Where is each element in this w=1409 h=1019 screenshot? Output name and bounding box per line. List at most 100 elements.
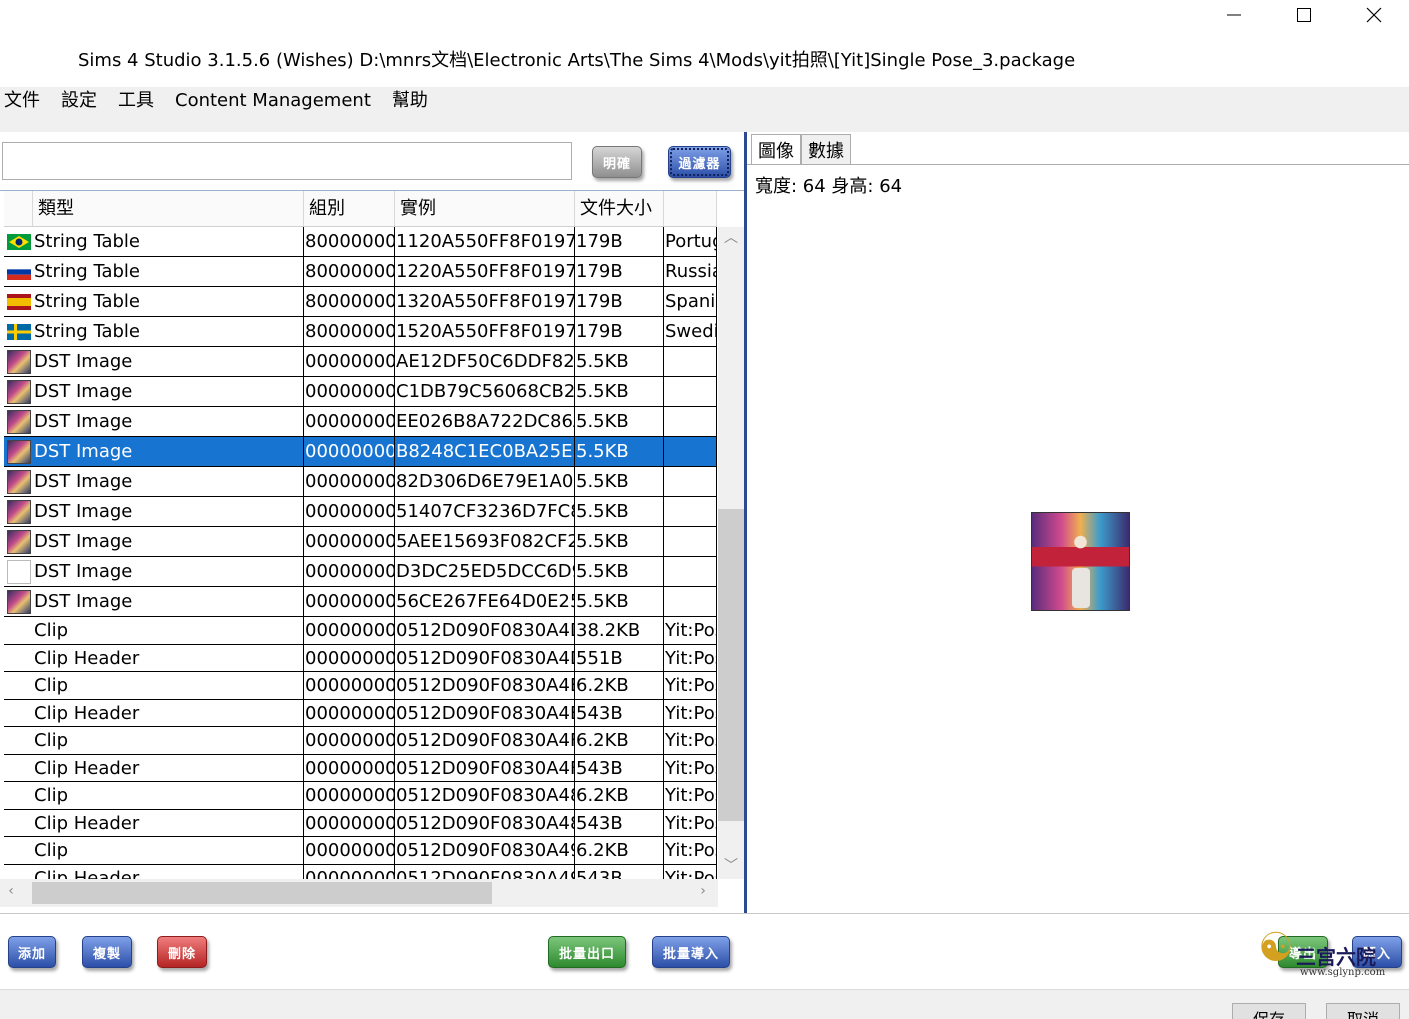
cell-type: Clip [33, 617, 304, 644]
cell-instance: 0512D090F0830A4D [395, 645, 575, 671]
horizontal-scroll-thumb[interactable] [32, 882, 492, 904]
cell-name: Swedi [664, 317, 717, 346]
cell-name [664, 467, 717, 496]
row-icon-cell [4, 727, 33, 754]
table-row[interactable]: Clip Header 00000000 0512D090F0830A4F 543B Y… [4, 755, 717, 782]
horizontal-scrollbar[interactable]: ‹ › [0, 879, 718, 907]
cell-name [664, 377, 717, 406]
image-dimensions: 寬度: 64 身高: 64 [755, 176, 903, 197]
cancel-button[interactable]: 取消 [1326, 1003, 1400, 1019]
column-size[interactable]: 文件大小 [575, 191, 664, 226]
tab-image[interactable]: 圖像 [751, 134, 801, 164]
cell-type: DST Image [33, 437, 304, 466]
search-input[interactable] [2, 142, 572, 180]
vertical-scroll-thumb[interactable] [718, 509, 744, 821]
column-type[interactable]: 類型 [33, 191, 304, 226]
cell-group: 80000000 [304, 257, 395, 286]
cell-size: 179B [575, 257, 664, 286]
cell-group: 80000000 [304, 287, 395, 316]
table-row[interactable]: Clip000000000512D090F0830A486.2KBYit:Pos [4, 782, 717, 810]
table-row[interactable]: String Table 80000000 1520A550FF8F0197 179B… [4, 317, 717, 347]
maximize-button[interactable] [1269, 0, 1339, 30]
cell-size: 6.2KB [575, 837, 664, 864]
menu-content-management[interactable]: Content Management [175, 90, 371, 112]
menu-file[interactable]: 文件 [4, 90, 40, 112]
image-thumbnail-icon [6, 439, 31, 464]
tab-data[interactable]: 數據 [801, 134, 851, 164]
table-row[interactable]: DST Image 00000000 EE026B8A722DC86A 5.5KB [4, 407, 717, 437]
table-row[interactable]: DST Image 00000000 C1DB79C56068CB24 5.5KB [4, 377, 717, 407]
cell-size: 6.2KB [575, 782, 664, 809]
cell-type: Clip [33, 727, 304, 754]
vertical-scrollbar[interactable]: ︿ ﹀ [718, 227, 744, 879]
cell-type: DST Image [33, 527, 304, 556]
delete-button[interactable]: 刪除 [157, 936, 207, 968]
column-name[interactable] [664, 191, 717, 226]
maximize-icon [1297, 8, 1311, 22]
filter-button[interactable]: 過濾器 [668, 146, 731, 178]
text-thumbnail-icon [6, 559, 31, 584]
menu-help[interactable]: 幫助 [392, 90, 428, 112]
table-row[interactable]: Clip 00000000 0512D090F0830A4D 38.2KB Yit:Po… [4, 617, 717, 645]
batch-export-button[interactable]: 批量出口 [548, 936, 626, 968]
watermark-logo: ☯ 三宫六院 www.sglynp.com [1258, 925, 1388, 985]
table-row[interactable]: Clip Header 00000000 0512D090F0830A4E 543B Y… [4, 700, 717, 727]
column-instance[interactable]: 實例 [395, 191, 575, 226]
cell-type: Clip Header [33, 645, 304, 671]
copy-button[interactable]: 複製 [82, 936, 132, 968]
table-row[interactable]: DST Image 00000000 D3DC25ED5DCC6D9 5.5KB [4, 557, 717, 587]
watermark-url: www.sglynp.com [1300, 967, 1386, 978]
close-button[interactable] [1339, 0, 1409, 30]
row-icon-cell [4, 317, 33, 346]
row-icon-cell [4, 617, 33, 644]
table-row[interactable]: String Table 80000000 1220A550FF8F0197 179B… [4, 257, 717, 287]
cell-group: 00000000 [304, 837, 395, 864]
save-button[interactable]: 保存 [1232, 1003, 1306, 1019]
cell-size: 5.5KB [575, 377, 664, 406]
row-icon-cell [4, 467, 33, 496]
table-row[interactable]: Clip000000000512D090F0830A4F6.2KBYit:Pos [4, 727, 717, 755]
cell-type: DST Image [33, 377, 304, 406]
minimize-button[interactable] [1199, 0, 1269, 30]
table-row[interactable]: Clip Header 00000000 0512D090F0830A4D 551B Y… [4, 645, 717, 672]
table-row[interactable]: Clip000000000512D090F0830A4E6.2KBYit:Pos [4, 672, 717, 700]
menu-settings[interactable]: 設定 [61, 90, 97, 112]
menu-tools[interactable]: 工具 [118, 90, 154, 112]
table-row[interactable]: Clip Header 00000000 0512D090F0830A48 543B Y… [4, 810, 717, 837]
table-row[interactable]: DST Image 00000000 B8248C1EC0BA25E5 5.5KB [4, 437, 717, 467]
bottom-divider [0, 913, 1409, 914]
table-row[interactable]: DST Image 00000000 5AEE15693F082CF2 5.5KB [4, 527, 717, 557]
cell-type: DST Image [33, 557, 304, 586]
scroll-up-icon[interactable]: ︿ [718, 227, 744, 247]
cell-group: 00000000 [304, 467, 395, 496]
cell-name [664, 407, 717, 436]
cell-type: DST Image [33, 497, 304, 526]
cell-type: Clip [33, 837, 304, 864]
status-bar [0, 989, 1409, 1019]
cell-name: Portug [664, 227, 717, 256]
table-row[interactable]: DST Image 00000000 AE12DF50C6DDF822 5.5KB [4, 347, 717, 377]
cell-instance: 0512D090F0830A48 [395, 810, 575, 836]
scroll-right-icon[interactable]: › [696, 883, 710, 899]
cell-group: 00000000 [304, 377, 395, 406]
cell-size: 6.2KB [575, 727, 664, 754]
scroll-left-icon[interactable]: ‹ [4, 883, 18, 899]
cell-name [664, 437, 717, 466]
table-row[interactable]: Clip000000000512D090F0830A496.2KBYit:Pos [4, 837, 717, 865]
cell-instance: 0512D090F0830A49 [395, 837, 575, 864]
table-row[interactable]: String Table 80000000 1320A550FF8F0197 179B… [4, 287, 717, 317]
table-row[interactable]: DST Image 00000000 56CE267FE64D0E25 5.5KB [4, 587, 717, 617]
table-row[interactable]: DST Image 00000000 82D306D6E79E1A0C 5.5KB [4, 467, 717, 497]
clear-button[interactable]: 明確 [592, 146, 642, 178]
cell-group: 00000000 [304, 347, 395, 376]
table-row[interactable]: DST Image 00000000 51407CF3236D7FC8 5.5KB [4, 497, 717, 527]
cell-instance: 82D306D6E79E1A0C [395, 467, 575, 496]
cell-size: 543B [575, 810, 664, 836]
batch-import-button[interactable]: 批量導入 [652, 936, 730, 968]
cell-instance: 0512D090F0830A4E [395, 672, 575, 699]
add-button[interactable]: 添加 [8, 936, 56, 968]
cell-size: 551B [575, 645, 664, 671]
table-row[interactable]: String Table 80000000 1120A550FF8F0197 179B… [4, 227, 717, 257]
scroll-down-icon[interactable]: ﹀ [718, 855, 744, 875]
column-group[interactable]: 組別 [304, 191, 395, 226]
